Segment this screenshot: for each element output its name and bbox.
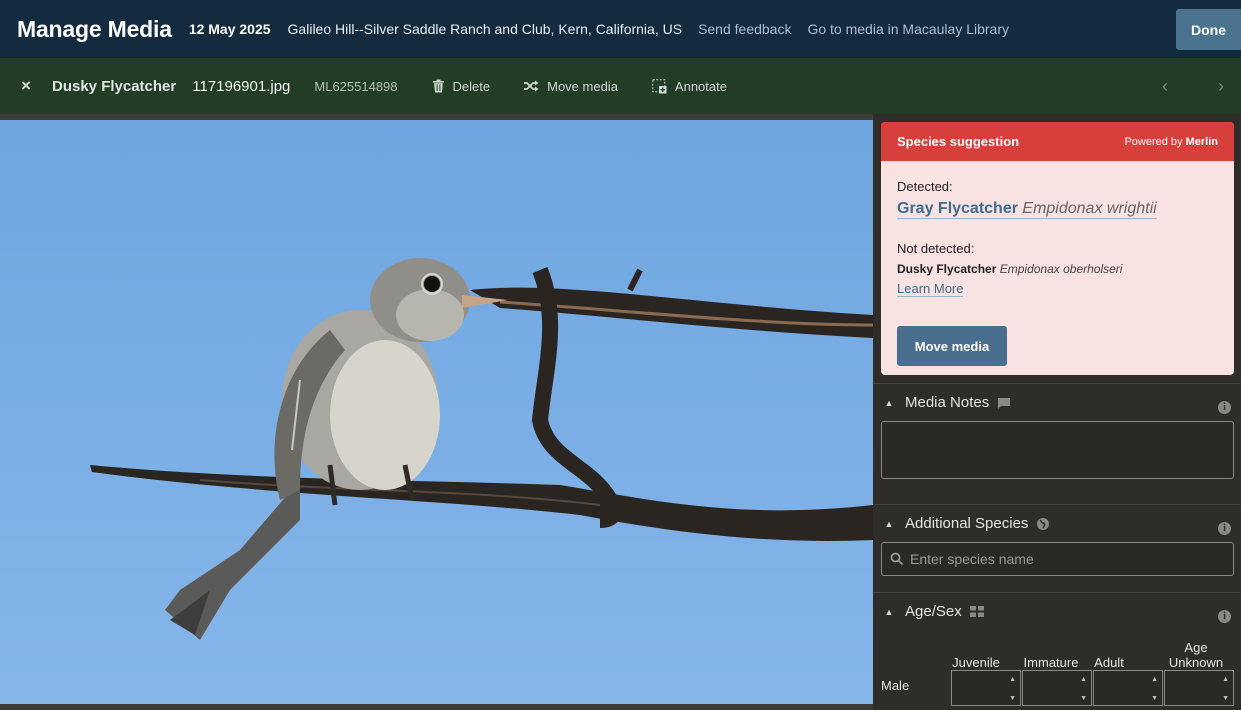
grid-icon — [969, 606, 984, 617]
suggestion-heading: Species suggestion — [897, 134, 1020, 149]
observation-date: 12 May 2025 — [188, 21, 271, 37]
send-feedback-link[interactable]: Send feedback — [698, 21, 791, 37]
merlin-brand: Merlin — [1185, 135, 1218, 148]
search-icon — [890, 552, 904, 566]
section-divider — [873, 383, 1241, 384]
decrement-icon[interactable]: ▼ — [1080, 695, 1087, 702]
current-species: Dusky Flycatcher — [52, 77, 177, 95]
move-media-label: Move media — [547, 78, 618, 94]
previous-media-icon[interactable]: ‹ — [1162, 76, 1168, 97]
collapse-triangle-icon[interactable]: ▲ — [873, 398, 905, 408]
increment-icon[interactable]: ▲ — [1222, 676, 1229, 683]
not-detected-label: Not detected: — [897, 241, 975, 256]
comment-icon — [997, 397, 1011, 409]
decrement-icon[interactable]: ▼ — [1222, 695, 1229, 702]
column-immature: Immature — [1023, 655, 1079, 670]
observation-location: Galileo Hill--Silver Saddle Ranch and Cl… — [287, 21, 683, 37]
powered-by: Powered by Merlin — [1124, 136, 1218, 148]
male-adult-stepper[interactable]: ▲ ▼ — [1093, 670, 1163, 706]
move-media-button[interactable]: Move media — [897, 326, 1007, 366]
increment-icon[interactable]: ▲ — [1009, 676, 1016, 683]
section-divider — [873, 592, 1241, 593]
column-adult: Adult — [1094, 655, 1124, 670]
column-juvenile: Juvenile — [952, 655, 1000, 670]
detected-common-name: Gray Flycatcher — [897, 200, 1018, 217]
male-immature-stepper[interactable]: ▲ ▼ — [1022, 670, 1092, 706]
top-header: Manage Media 12 May 2025 Galileo Hill--S… — [0, 0, 1241, 58]
close-icon[interactable]: × — [0, 76, 52, 96]
media-notes-info-icon[interactable]: i — [1218, 401, 1231, 414]
not-detected-species: Dusky Flycatcher Empidonax oberholseri — [897, 262, 1218, 276]
learn-more-link[interactable]: Learn More — [897, 281, 964, 297]
file-name: 117196901.jpg — [192, 77, 291, 95]
trash-icon — [432, 79, 444, 93]
suggestion-body: Detected: Gray Flycatcher Empidonax wrig… — [881, 161, 1234, 298]
age-sex-header[interactable]: ▲ Age/Sex — [873, 603, 1241, 620]
decrement-icon[interactable]: ▼ — [1009, 695, 1016, 702]
collapse-triangle-icon[interactable]: ▲ — [873, 519, 905, 529]
move-media-toolbar-button[interactable]: Move media — [524, 79, 618, 94]
media-notes-header[interactable]: ▲ Media Notes — [873, 394, 1241, 411]
done-button[interactable]: Done — [1176, 9, 1241, 50]
bird-photo-illustration — [90, 258, 873, 640]
shuffle-icon — [524, 80, 539, 92]
additional-species-info-icon[interactable]: i — [1218, 522, 1231, 535]
media-notes-textarea[interactable] — [881, 421, 1234, 479]
additional-species-header[interactable]: ▲ Additional Species — [873, 515, 1241, 532]
macaulay-library-link[interactable]: Go to media in Macaulay Library — [807, 21, 1009, 37]
annotate-button[interactable]: Annotate — [652, 79, 727, 94]
male-juvenile-stepper[interactable]: ▲ ▼ — [951, 670, 1021, 706]
media-notes-title: Media Notes — [905, 394, 990, 411]
not-detected-common-name: Dusky Flycatcher — [897, 262, 997, 276]
age-sex-title: Age/Sex — [905, 603, 962, 620]
detected-scientific-name: Empidonax wrightii — [1022, 200, 1157, 217]
side-panel: Species suggestion Powered by Merlin Det… — [873, 114, 1241, 710]
decrement-icon[interactable]: ▼ — [1151, 695, 1158, 702]
suggestion-header: Species suggestion Powered by Merlin — [881, 122, 1234, 161]
delete-label: Delete — [452, 78, 491, 94]
increment-icon[interactable]: ▲ — [1080, 676, 1087, 683]
age-columns: Juvenile Immature Adult Age Unknown — [951, 626, 1241, 670]
species-name-input[interactable] — [910, 551, 1233, 567]
powered-by-prefix: Powered by — [1124, 135, 1183, 148]
delete-button[interactable]: Delete — [432, 78, 491, 94]
male-age-unknown-stepper[interactable]: ▲ ▼ — [1164, 670, 1234, 706]
age-sex-info-icon[interactable]: i — [1218, 610, 1231, 623]
ml-catalog-id: ML625514898 — [314, 78, 398, 94]
section-divider — [873, 504, 1241, 505]
not-detected-scientific-name: Empidonax oberholseri — [999, 262, 1123, 276]
collapse-triangle-icon[interactable]: ▲ — [873, 607, 905, 617]
next-media-icon[interactable]: › — [1218, 76, 1224, 97]
page-title: Manage Media — [17, 15, 172, 42]
detected-species-link[interactable]: Gray Flycatcher Empidonax wrightii — [897, 200, 1157, 219]
additional-species-title: Additional Species — [905, 515, 1029, 532]
row-label-male: Male — [881, 678, 910, 693]
species-search-box[interactable] — [881, 542, 1234, 576]
media-toolbar: × Dusky Flycatcher 117196901.jpg ML62551… — [0, 58, 1241, 114]
media-photo — [0, 120, 873, 704]
annotate-label: Annotate — [674, 78, 727, 94]
detected-label: Detected: — [897, 179, 953, 194]
photo-bottom-border — [0, 704, 873, 710]
globe-icon — [1036, 517, 1050, 531]
species-suggestion-card: Species suggestion Powered by Merlin Det… — [881, 122, 1234, 375]
increment-icon[interactable]: ▲ — [1151, 676, 1158, 683]
annotate-icon — [652, 78, 667, 93]
column-age-unknown: Age Unknown — [1168, 640, 1224, 670]
